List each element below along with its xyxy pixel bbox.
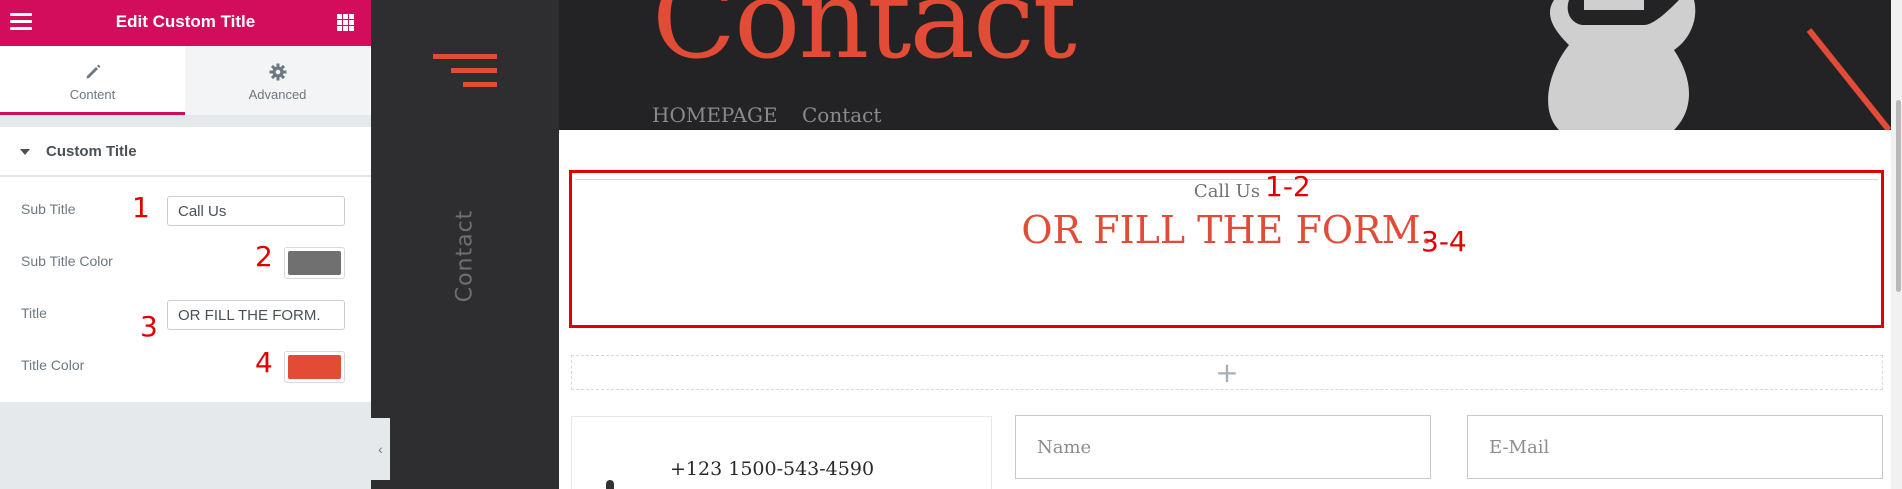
widget-top-divider [575, 179, 1878, 180]
teapot-illustration [1548, 0, 1892, 130]
widgets-grid-icon[interactable] [337, 14, 354, 31]
caret-down-icon [20, 149, 30, 155]
editor-panel: Edit Custom Title Content Advanced Custo… [0, 0, 371, 489]
widget-title: OR FILL THE FORM. [1021, 208, 1433, 252]
gear-icon [269, 63, 286, 81]
title-color-swatch [288, 355, 341, 379]
subtitle-input[interactable] [167, 196, 345, 226]
sidebar-vertical-label: Contact [452, 209, 478, 303]
tab-advanced-label: Advanced [248, 87, 307, 102]
hero-banner: Contact HOMEPAGE Contact [559, 0, 1902, 130]
contact-phone: +123 1500-543-4590 [670, 458, 875, 480]
tab-advanced[interactable]: Advanced [185, 46, 370, 115]
subtitle-label: Sub Title [21, 201, 76, 217]
title-color-picker[interactable] [284, 351, 345, 383]
annotation-3-4: 3-4 [1421, 225, 1467, 258]
plus-icon: + [1215, 355, 1239, 389]
section-title: Custom Title [46, 143, 137, 160]
title-label: Title [21, 305, 47, 321]
phone-icon [606, 480, 614, 489]
name-input[interactable] [1015, 415, 1431, 479]
subtitle-color-picker[interactable] [284, 247, 345, 279]
add-section-button[interactable]: + [571, 355, 1883, 390]
pencil-icon [86, 64, 100, 79]
annotation-3: 3 [140, 310, 158, 343]
controls-area: Sub Title 1 Sub Title Color 2 Title 3 Ti… [0, 177, 371, 402]
title-color-label: Title Color [21, 357, 85, 373]
subtitle-color-label: Sub Title Color [21, 253, 113, 269]
annotation-1-2: 1-2 [1265, 170, 1311, 203]
subtitle-color-swatch [288, 251, 341, 275]
collapse-panel-button[interactable]: ‹ [371, 418, 390, 480]
breadcrumb-home[interactable]: HOMEPAGE [652, 103, 778, 127]
section-custom-title-toggle[interactable]: Custom Title [0, 127, 371, 176]
panel-header: Edit Custom Title [0, 0, 371, 46]
panel-title: Edit Custom Title [115, 12, 256, 31]
tab-content-label: Content [69, 87, 116, 102]
email-input[interactable] [1467, 415, 1883, 479]
breadcrumb-current[interactable]: Contact [802, 103, 881, 127]
widget-subtitle: Call Us [1193, 181, 1261, 202]
panel-tabs: Content Advanced [0, 46, 371, 115]
scrollbar-thumb[interactable] [1896, 100, 1901, 292]
annotation-2: 2 [255, 240, 273, 273]
site-menu-icon[interactable] [433, 54, 497, 90]
title-input[interactable] [167, 300, 345, 330]
annotation-4: 4 [255, 346, 273, 379]
hero-title: Contact [652, 0, 1077, 83]
tab-content[interactable]: Content [0, 46, 185, 115]
annotation-1: 1 [132, 191, 150, 224]
